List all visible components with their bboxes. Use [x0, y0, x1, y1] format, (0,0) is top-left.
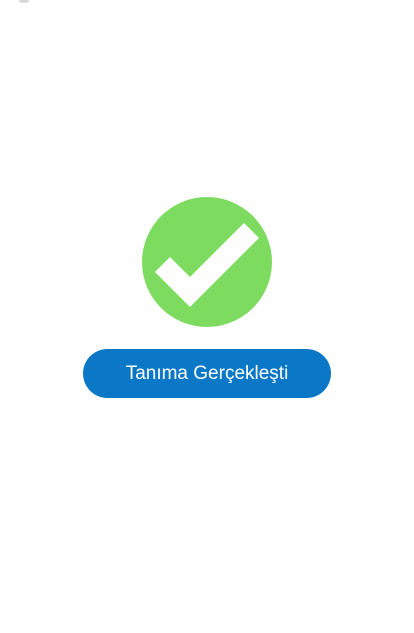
check-circle-icon: [142, 197, 272, 327]
check-circle-graphic: [142, 197, 272, 327]
recognition-complete-button[interactable]: Tanıma Gerçekleşti: [83, 349, 331, 398]
status-bar-fragment: [19, 0, 29, 3]
recognition-result-screen: Tanıma Gerçekleşti: [0, 0, 414, 633]
